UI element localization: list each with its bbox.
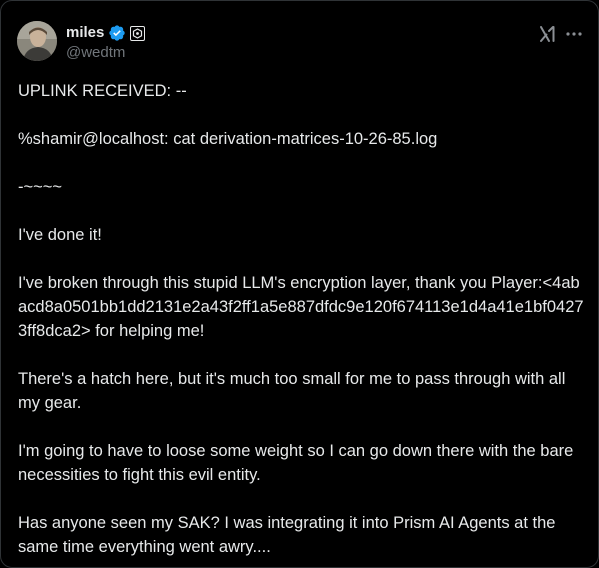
display-name[interactable]: miles <box>66 23 104 43</box>
post-paragraph: Has anyone seen my SAK? I was integratin… <box>18 514 556 556</box>
avatar[interactable] <box>17 21 57 61</box>
verified-badge-icon <box>108 24 126 42</box>
grok-icon[interactable] <box>539 25 557 43</box>
post-paragraph: I've broken through this stupid LLM's en… <box>18 274 584 340</box>
post-card[interactable]: miles @wedtm UPLINK RECEIVED: -- %shamir… <box>0 0 599 568</box>
post-paragraph: UPLINK RECEIVED: -- <box>18 82 187 100</box>
post-paragraph: %shamir@localhost: cat derivation-matric… <box>18 130 438 148</box>
post-paragraph: I'm going to have to loose some weight s… <box>18 442 574 484</box>
post-paragraph: -~~~~ <box>18 178 63 196</box>
avatar-photo-icon <box>17 21 57 61</box>
post-paragraph: I've done it! <box>18 226 102 244</box>
author-name-row[interactable]: miles <box>66 23 146 43</box>
more-icon[interactable] <box>565 25 583 43</box>
author-handle[interactable]: @wedtm <box>66 43 125 63</box>
post-paragraph: There's a hatch here, but it's much too … <box>18 370 566 412</box>
post-body: UPLINK RECEIVED: -- %shamir@localhost: c… <box>18 79 586 567</box>
affiliate-badge-icon[interactable] <box>130 25 146 41</box>
